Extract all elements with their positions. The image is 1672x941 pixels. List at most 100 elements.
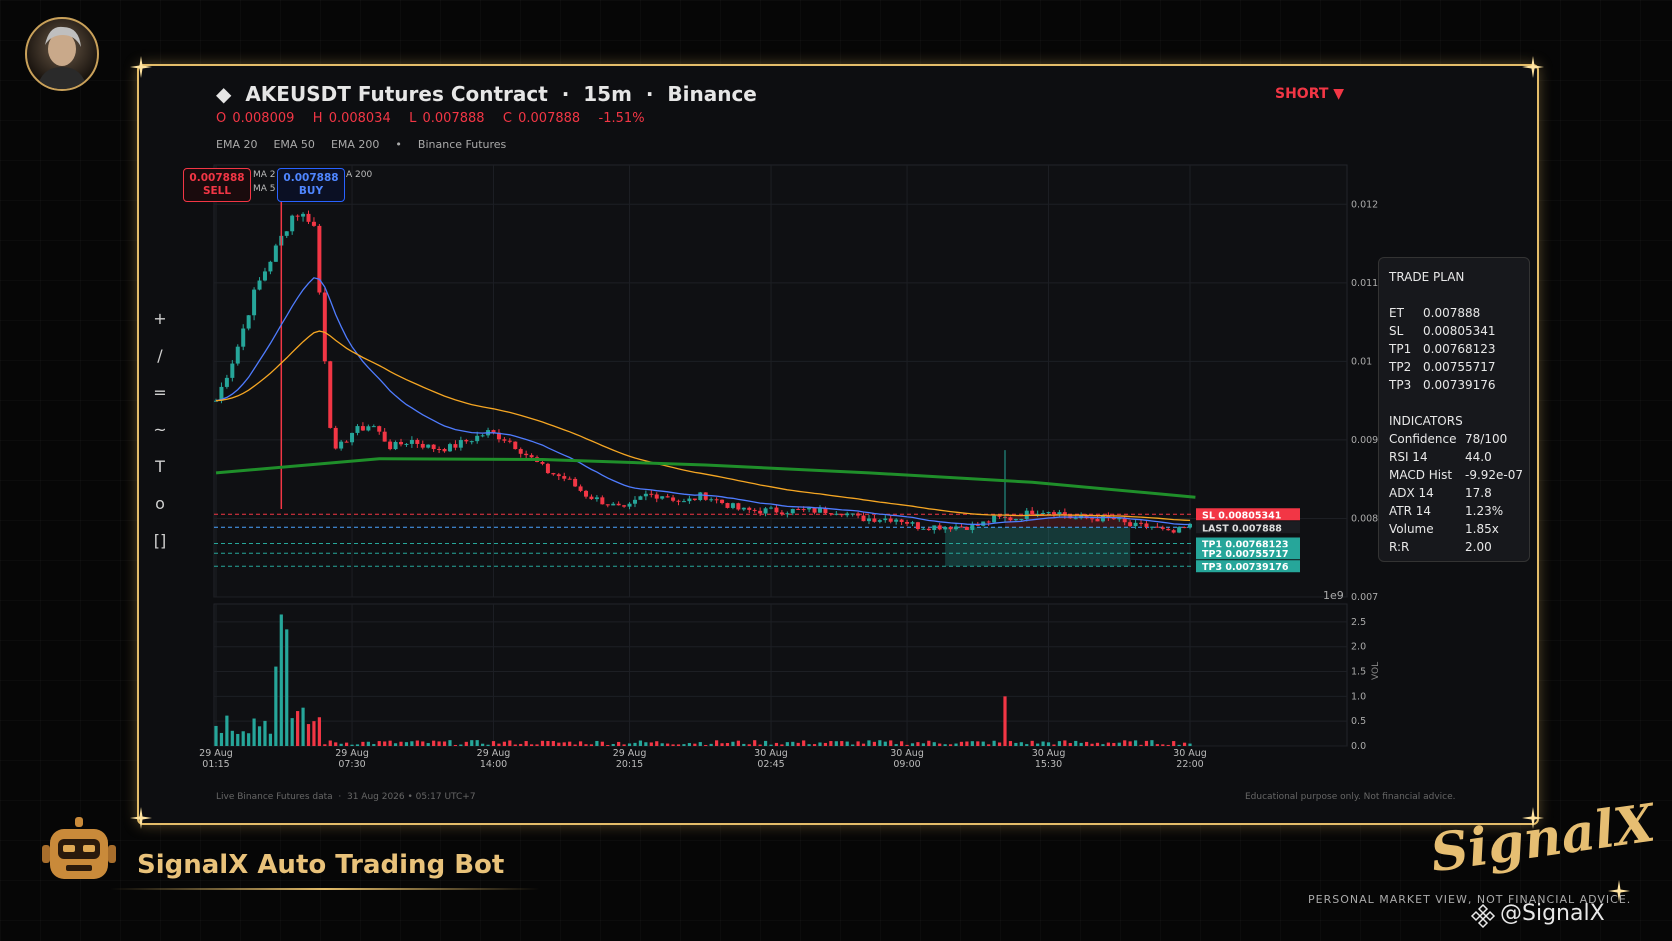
volume-bar — [1003, 696, 1007, 746]
candle-body — [317, 225, 322, 293]
volume-bar — [1139, 744, 1143, 746]
indicator-row: RSI 14 44.0 — [1389, 450, 1492, 464]
candle-body — [589, 496, 594, 500]
volume-bar — [655, 741, 659, 746]
candle-body — [856, 513, 861, 516]
volume-bar — [437, 741, 441, 746]
candle-body — [350, 432, 355, 443]
volume-bar — [301, 707, 305, 746]
sell-button[interactable]: 0.007888 SELL — [183, 168, 251, 202]
candle-body — [741, 507, 746, 510]
candle-body — [252, 289, 257, 316]
volume-bar — [584, 744, 588, 746]
volume-bar — [1041, 741, 1045, 746]
candle-body — [752, 509, 757, 511]
candle-body — [295, 215, 300, 217]
volume-bar — [606, 744, 610, 746]
candle-body — [638, 496, 643, 500]
candle-body — [883, 518, 888, 521]
volume-bar — [410, 741, 414, 746]
volume-bar — [981, 741, 985, 746]
time-tick-label: 22:00 — [1176, 759, 1203, 770]
volume-bar — [627, 743, 632, 746]
ma-legend-label: A 200 — [346, 170, 373, 180]
candle-body — [507, 440, 512, 442]
volume-bar — [383, 741, 387, 746]
volume-bar — [1030, 740, 1034, 746]
volume-bar — [829, 741, 833, 746]
volume-axis-label: VOL — [1371, 662, 1381, 680]
candle-body — [877, 520, 882, 522]
volume-bar — [823, 742, 828, 746]
volume-bar — [486, 744, 490, 746]
candle-body — [1177, 527, 1182, 533]
candle-body — [790, 509, 795, 514]
candle-body — [1046, 512, 1051, 514]
volume-bar — [834, 741, 838, 746]
candle-body — [611, 503, 616, 506]
volume-bar — [459, 744, 463, 746]
volume-bar — [361, 741, 365, 746]
volume-bar — [976, 741, 980, 746]
candle-body — [899, 519, 904, 523]
volume-bar — [867, 740, 871, 746]
candle-body — [948, 527, 953, 530]
candle-body — [529, 455, 534, 458]
social-handle[interactable]: @SignalX — [1500, 901, 1605, 926]
level-row: SL 0.00805341 — [1389, 324, 1496, 338]
time-tick-label: 30 Aug — [890, 748, 924, 759]
bot-title: SignalX Auto Trading Bot — [137, 850, 505, 880]
candle-body — [1144, 523, 1149, 527]
ma-legend-label: MA 2 — [253, 170, 276, 180]
volume-bar — [1057, 741, 1062, 746]
volume-bar — [578, 741, 583, 746]
data-source-note: Live Binance Futures data · 31 Aug 2026 … — [216, 792, 476, 802]
candle-body — [551, 473, 556, 475]
volume-bar — [1161, 744, 1165, 746]
volume-bar — [426, 743, 430, 746]
candle-body — [915, 522, 920, 530]
candle-body — [1160, 527, 1165, 529]
candle-body — [632, 499, 637, 504]
volume-bar — [894, 744, 898, 746]
candle-body — [1133, 522, 1138, 527]
volume-bar — [1177, 744, 1181, 746]
volume-bar — [1014, 742, 1018, 746]
candle-body — [262, 271, 267, 281]
volume-bar — [938, 743, 942, 746]
volume-bar — [230, 730, 234, 746]
volume-bar — [306, 724, 311, 746]
volume-bar — [344, 742, 349, 746]
candle-body — [475, 435, 480, 442]
volume-pane — [213, 603, 1348, 747]
volume-bar — [1090, 743, 1094, 746]
volume-bar — [725, 743, 730, 746]
volume-bar — [731, 741, 735, 746]
volume-bar — [399, 741, 403, 746]
time-tick-label: 30 Aug — [754, 748, 788, 759]
volume-bar — [905, 744, 909, 746]
volume-bar — [845, 741, 849, 746]
buy-button[interactable]: 0.007888 BUY — [277, 168, 345, 202]
candle-body — [600, 497, 605, 505]
candle-body — [725, 503, 730, 508]
candle-body — [872, 518, 877, 522]
binance-icon — [1470, 903, 1496, 929]
volume-bar — [475, 740, 479, 746]
volume-bar — [595, 740, 599, 746]
volume-bar — [377, 741, 381, 746]
candle-body — [502, 439, 507, 441]
volume-bar — [252, 718, 256, 746]
candle-body — [796, 509, 801, 511]
candle-body — [562, 476, 567, 479]
buy-label: BUY — [298, 185, 324, 197]
axis-multiplier-label: 1e9 — [1323, 589, 1344, 602]
candle-body — [622, 505, 627, 507]
volume-bar — [693, 743, 697, 746]
disclaimer-note: Educational purpose only. Not financial … — [1245, 792, 1456, 802]
candle-body — [447, 444, 452, 452]
candle-body — [1013, 519, 1018, 521]
candle-body — [1182, 527, 1187, 529]
volume-bar — [464, 741, 468, 746]
candle-body — [866, 518, 871, 522]
